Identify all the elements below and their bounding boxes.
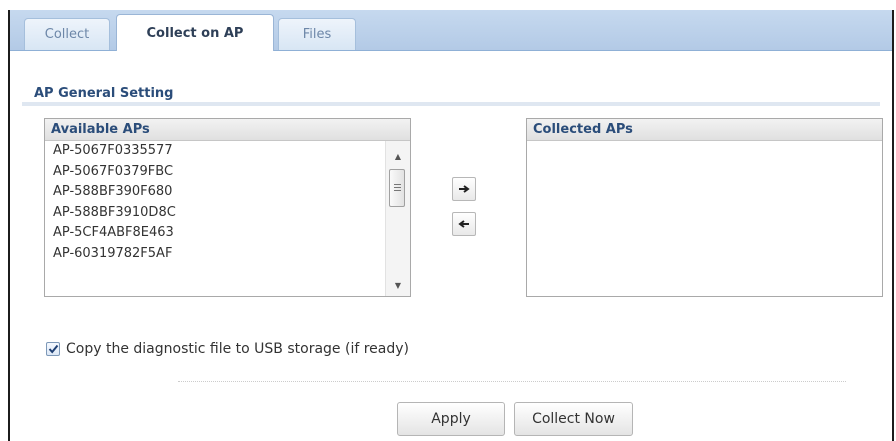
tab-collect-on-ap[interactable]: Collect on AP: [116, 14, 274, 51]
collected-aps-header: Collected APs: [527, 119, 882, 141]
checkmark-icon: [48, 344, 58, 354]
available-aps-items: AP-5067F0335577 AP-5067F0379FBC AP-588BF…: [45, 141, 387, 264]
arrow-left-icon: [458, 220, 469, 228]
tab-files[interactable]: Files: [278, 18, 356, 50]
list-item[interactable]: AP-5CF4ABF8E463: [45, 223, 387, 244]
collect-now-button[interactable]: Collect Now: [514, 402, 633, 436]
available-aps-header: Available APs: [45, 119, 410, 141]
tab-collect[interactable]: Collect: [24, 18, 110, 50]
scroll-down-icon[interactable]: ▼: [386, 276, 410, 294]
scroll-up-icon[interactable]: ▲: [386, 147, 410, 165]
scroll-thumb[interactable]: [389, 169, 405, 207]
apply-button[interactable]: Apply: [397, 402, 505, 436]
button-divider: [178, 381, 846, 382]
section-title: AP General Setting: [34, 86, 174, 101]
section-divider: [22, 102, 880, 106]
tab-bar: Collect Collect on AP Files: [10, 10, 892, 51]
arrow-right-icon: [459, 185, 470, 193]
list-item[interactable]: AP-5067F0335577: [45, 141, 387, 162]
usb-copy-label: Copy the diagnostic file to USB storage …: [66, 341, 409, 357]
move-left-button[interactable]: [452, 212, 476, 236]
list-item[interactable]: AP-5067F0379FBC: [45, 162, 387, 183]
list-item[interactable]: AP-588BF390F680: [45, 182, 387, 203]
usb-copy-checkbox[interactable]: [46, 342, 60, 356]
list-item[interactable]: AP-60319782F5AF: [45, 244, 387, 265]
available-aps-scrollbar[interactable]: ▲ ▼: [385, 141, 410, 296]
list-item[interactable]: AP-588BF3910D8C: [45, 203, 387, 224]
collected-aps-list[interactable]: Collected APs: [526, 118, 883, 297]
available-aps-list[interactable]: Available APs AP-5067F0335577 AP-5067F03…: [44, 118, 411, 297]
move-right-button[interactable]: [452, 177, 476, 201]
